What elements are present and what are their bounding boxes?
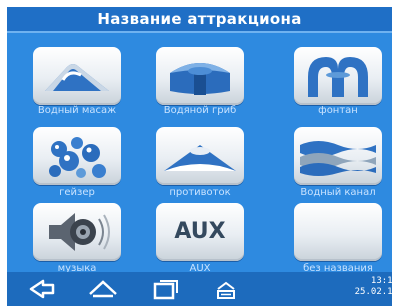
tile-label: фонтан: [318, 105, 358, 116]
clock-time: 13:11: [370, 276, 392, 286]
tile-aux[interactable]: AUX: [156, 203, 244, 261]
tile-label: противоток: [169, 187, 231, 198]
navigation-bar: 13:11 25.02.14: [7, 272, 392, 306]
tile-water-channel[interactable]: [294, 127, 382, 185]
tile-water-massage[interactable]: [33, 47, 121, 105]
screen: Название аттракциона Водный масаж Водяно…: [7, 7, 392, 306]
clock: 13:11 25.02.14: [355, 276, 392, 298]
music-speaker-icon: [49, 213, 110, 251]
tile-water-mushroom[interactable]: [156, 47, 244, 105]
aux-icon: AUX: [174, 219, 226, 244]
tile-label: Водный масаж: [37, 105, 117, 116]
tile-unnamed[interactable]: [294, 203, 382, 261]
tile-counterflow[interactable]: [156, 127, 244, 185]
fountain-icon: [308, 57, 368, 97]
water-massage-icon: [45, 64, 109, 91]
geyser-icon: [49, 137, 106, 178]
tile-fountain[interactable]: [294, 47, 382, 105]
menu-icon[interactable]: [213, 278, 239, 300]
water-mushroom-icon: [170, 63, 230, 95]
tile-label: Водяной гриб: [163, 105, 237, 116]
tile-label: гейзер: [59, 187, 95, 198]
home-icon[interactable]: [87, 278, 119, 300]
tile-label: Водный канал: [300, 187, 376, 198]
device-frame: Название аттракциона Водный масаж Водяно…: [0, 0, 399, 306]
clock-date: 25.02.14: [354, 287, 392, 297]
page-title: Название аттракциона: [7, 7, 392, 33]
back-icon[interactable]: [27, 278, 57, 300]
tile-music[interactable]: [33, 203, 121, 261]
counterflow-icon: [164, 145, 236, 171]
tile-geyser[interactable]: [33, 127, 121, 185]
recent-apps-icon[interactable]: [151, 278, 181, 300]
water-channel-icon: [300, 141, 376, 176]
